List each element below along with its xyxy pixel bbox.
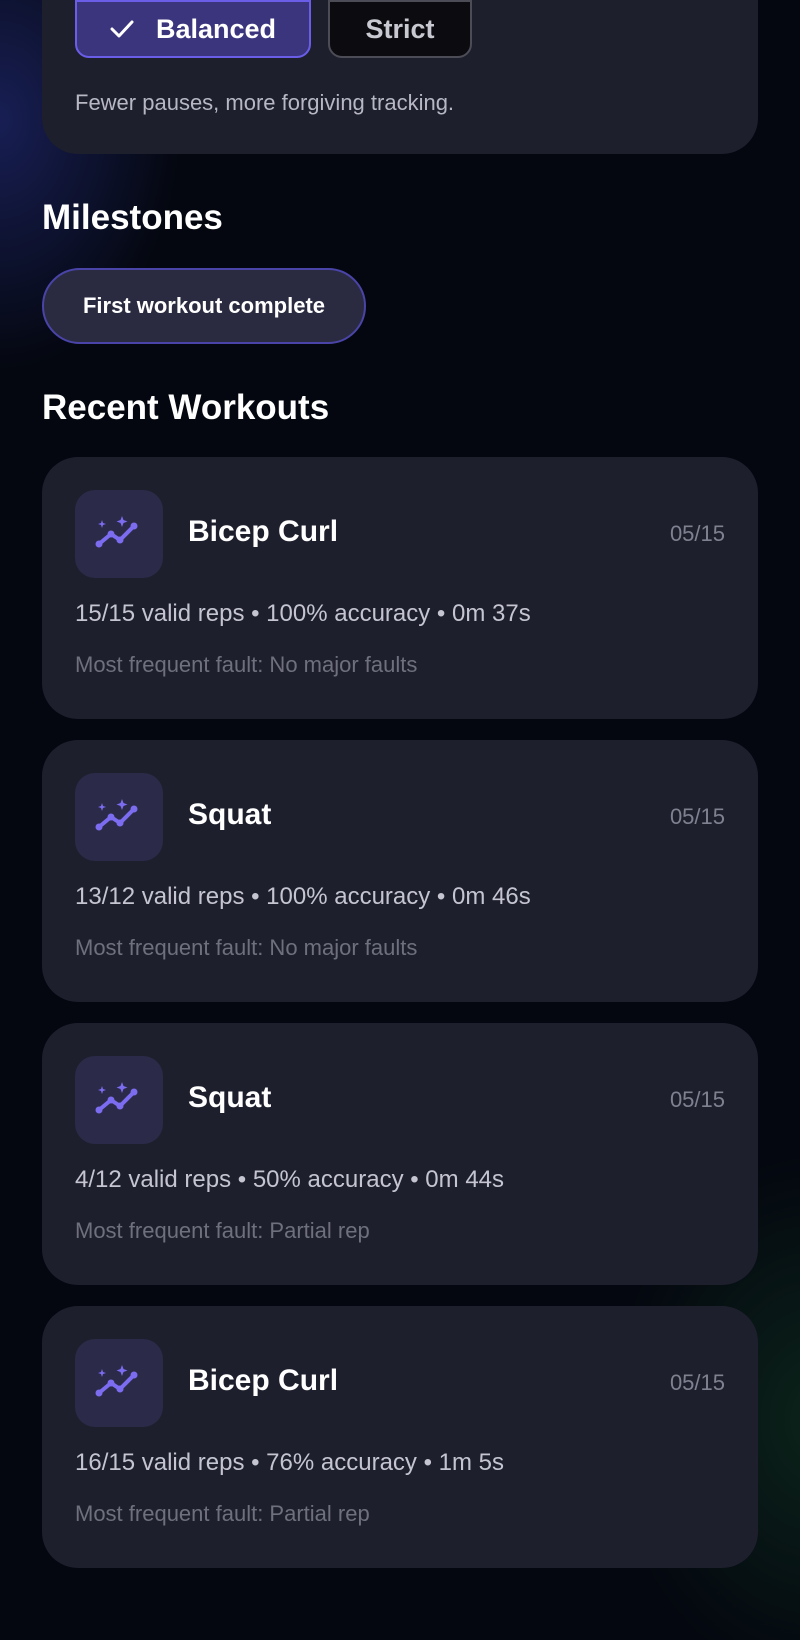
workout-card[interactable]: Bicep Curl 05/15 15/15 valid reps • 100%… [42, 457, 758, 719]
workout-name: Bicep Curl [188, 1364, 339, 1397]
workout-date: 05/15 [669, 521, 725, 546]
workout-fault: Most frequent fault: No major faults [75, 652, 418, 677]
workout-card[interactable]: Bicep Curl 05/15 16/15 valid reps • 76% … [42, 1306, 758, 1568]
milestones-title: Milestones [42, 198, 223, 237]
workout-name: Squat [188, 798, 272, 831]
mode-strict-label: Strict [365, 13, 435, 44]
workout-fault: Most frequent fault: No major faults [75, 935, 418, 960]
trend-sparkle-icon [95, 799, 138, 831]
workout-stats: 15/15 valid reps • 100% accuracy • 0m 37… [75, 600, 531, 627]
workout-icon-box [75, 1056, 163, 1144]
mode-description: Fewer pauses, more forgiving tracking. [75, 90, 455, 115]
workout-fault: Most frequent fault: Partial rep [75, 1218, 370, 1243]
check-icon [110, 20, 134, 38]
mode-balanced-label: Balanced [155, 13, 277, 44]
workout-icon-box [75, 773, 163, 861]
workout-card[interactable]: Squat 05/15 4/12 valid reps • 50% accura… [42, 1023, 758, 1285]
workout-icon-box [75, 1339, 163, 1427]
milestone-chip-label: First workout complete [82, 293, 326, 318]
workout-date: 05/15 [669, 804, 725, 829]
recent-workouts-title: Recent Workouts [42, 388, 330, 427]
workout-stats: 4/12 valid reps • 50% accuracy • 0m 44s [75, 1166, 505, 1193]
workout-date: 05/15 [669, 1087, 725, 1112]
workout-icon-box [75, 490, 163, 578]
workout-name: Bicep Curl [188, 515, 339, 548]
workout-stats: 16/15 valid reps • 76% accuracy • 1m 5s [75, 1449, 505, 1476]
workout-name: Squat [188, 1081, 272, 1114]
workout-date: 05/15 [669, 1370, 725, 1395]
workout-fault: Most frequent fault: Partial rep [75, 1501, 370, 1526]
trend-sparkle-icon [95, 1082, 138, 1114]
trend-sparkle-icon [95, 516, 138, 548]
milestone-chip[interactable]: First workout complete [42, 268, 366, 344]
workout-card[interactable]: Squat 05/15 13/12 valid reps • 100% accu… [42, 740, 758, 1002]
mode-strict-button[interactable]: Strict [328, 0, 472, 58]
trend-sparkle-icon [95, 1365, 138, 1397]
mode-balanced-button[interactable]: Balanced [75, 0, 311, 58]
tracking-mode-card: Balanced Strict Fewer pauses, more forgi… [42, 0, 758, 154]
workout-stats: 13/12 valid reps • 100% accuracy • 0m 46… [75, 883, 531, 910]
